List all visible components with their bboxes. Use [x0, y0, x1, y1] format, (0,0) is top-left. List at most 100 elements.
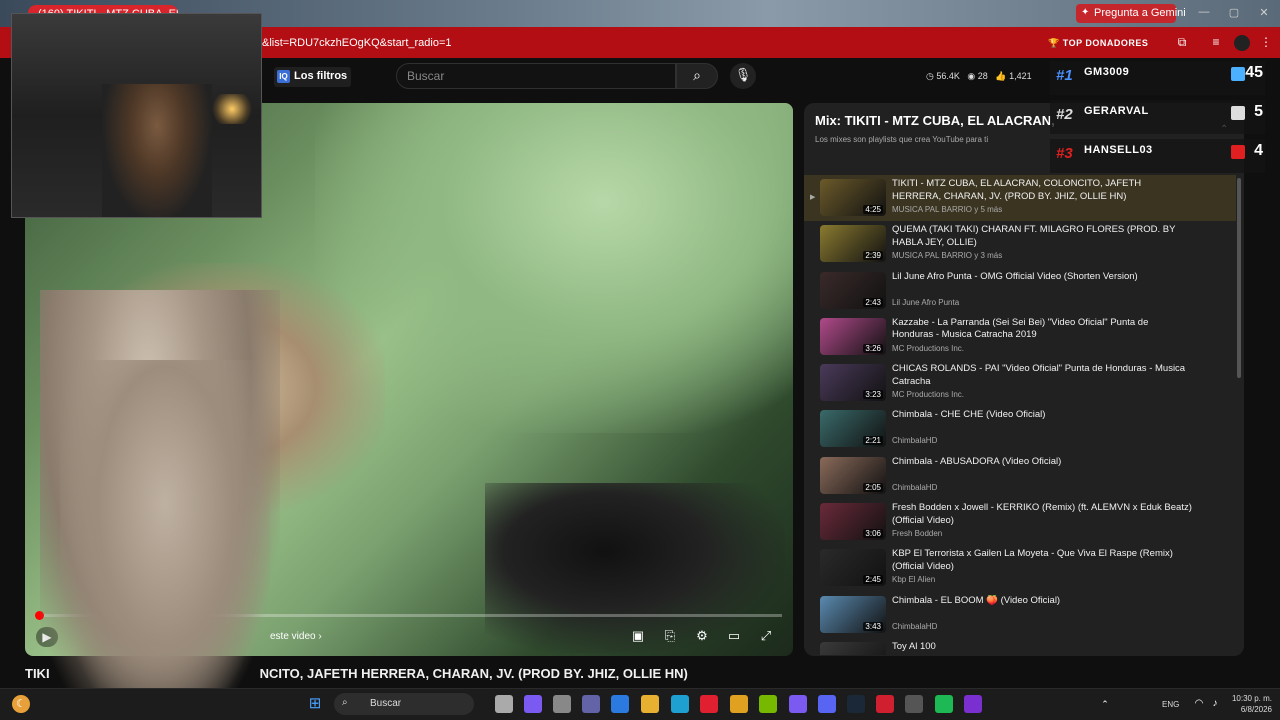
chrome-icon[interactable] — [730, 695, 748, 713]
maximize-icon[interactable]: ▢ — [1227, 6, 1241, 20]
video-title: TIKI NCITO, JAFETH HERRERA, CHARAN, JV. (… — [25, 666, 688, 681]
menu-kebab-icon[interactable]: ⋮ — [1258, 35, 1274, 51]
playlist-title: Mix: TIKITI - MTZ CUBA, EL ALACRAN, — [815, 113, 1055, 128]
donor-name: GM3009 — [1084, 66, 1130, 78]
playlist-scrollbar[interactable] — [1237, 178, 1241, 378]
playlist-item[interactable]: 2:39 QUEMA (TAKI TAKI) CHARAN FT. MILAGRO… — [804, 221, 1236, 267]
video-thumbnail[interactable]: 2:45 — [820, 549, 886, 587]
spotify-icon[interactable] — [935, 695, 953, 713]
search-input[interactable]: Buscar — [396, 63, 676, 89]
now-playing-icon: ▶ — [810, 194, 816, 201]
video-title-link[interactable]: Chimbala - EL BOOM 🍑 (Video Oficial) — [892, 595, 1192, 608]
video-title-link[interactable]: QUEMA (TAKI TAKI) CHARAN FT. MILAGRO FLO… — [892, 224, 1192, 249]
video-thumbnail[interactable]: 2:39 — [820, 225, 886, 263]
windows-start-icon[interactable]: ⊞ — [306, 695, 324, 713]
video-thumbnail[interactable]: 3:43 — [820, 595, 886, 633]
video-thumbnail[interactable]: 2:21 — [820, 410, 886, 448]
theater-mode-icon[interactable]: ▭ — [723, 628, 745, 646]
video-title-link[interactable]: Chimbala - CHE CHE (Video Oficial) — [892, 409, 1192, 422]
playlist-item[interactable]: 3:43 Chimbala - EL BOOM 🍑 (Video Oficial)… — [804, 592, 1236, 638]
media-icon[interactable]: ≡ — [1208, 35, 1224, 51]
video-title-link[interactable]: KBP El Terrorista x Gailen La Moyeta - Q… — [892, 548, 1192, 573]
app-icon[interactable] — [876, 695, 894, 713]
playlist-item[interactable]: 2:43 Lil June Afro Punta - OMG Official V… — [804, 268, 1236, 314]
video-title-link[interactable]: Chimbala - ABUSADORA (Video Oficial) — [892, 456, 1192, 469]
playlist-item[interactable]: 2:45 KBP El Terrorista x Gailen La Moyeta… — [804, 545, 1236, 591]
iq-icon[interactable]: ▣ — [627, 628, 649, 646]
minimize-icon[interactable]: — — [1197, 6, 1211, 20]
playlist-item[interactable]: 3:06 Fresh Bodden x Jowell - KERRIKO (Rem… — [804, 499, 1236, 545]
app-icon[interactable] — [553, 695, 571, 713]
steam-icon[interactable] — [847, 695, 865, 713]
video-title-link[interactable]: CHICAS ROLANDS - PAI "Video Oficial" Pun… — [892, 363, 1192, 388]
edge-icon[interactable] — [671, 695, 689, 713]
video-title-link[interactable]: TIKITI - MTZ CUBA, EL ALACRAN, COLONCITO… — [892, 178, 1192, 203]
playlist-subtitle: Los mixes son playlists que crea YouTube… — [815, 135, 989, 144]
lamp-glow — [212, 94, 252, 124]
video-duration: 2:05 — [863, 482, 883, 492]
video-title-left: TIKI — [25, 666, 50, 681]
video-title-link[interactable]: Fresh Bodden x Jowell - KERRIKO (Remix) … — [892, 502, 1192, 527]
gemini-button[interactable]: ✦ Pregunta a Gemini — [1076, 4, 1186, 23]
app-icon[interactable] — [964, 695, 982, 713]
filters-button[interactable]: IQ Los filtros — [274, 67, 352, 87]
captions-icon[interactable]: ⎘ — [659, 628, 681, 646]
app-icon[interactable] — [905, 695, 923, 713]
video-title-link[interactable]: Toy Al 100 — [892, 641, 1192, 654]
video-title-link[interactable]: Kazzabe - La Parranda (Sei Sei Bei) "Vid… — [892, 317, 1192, 342]
microphone-icon: 🎙 — [734, 67, 752, 82]
video-title-link[interactable]: Lil June Afro Punta - OMG Official Video… — [892, 271, 1192, 284]
video-duration: 3:26 — [863, 343, 883, 353]
search-button[interactable]: ⌕ — [676, 63, 718, 89]
windows-taskbar — [0, 688, 1280, 720]
gift-icon — [1231, 67, 1245, 81]
weather-icon[interactable]: ☾ — [12, 695, 30, 713]
video-thumbnail[interactable]: 1:29 — [820, 641, 886, 655]
file-explorer-icon[interactable] — [495, 695, 513, 713]
filters-label: Los filtros — [294, 70, 348, 82]
avatar[interactable] — [1234, 35, 1250, 51]
video-thumbnail[interactable]: 2:43 — [820, 271, 886, 309]
channel-name: MC Productions Inc. — [892, 390, 965, 400]
video-thumbnail[interactable]: 3:06 — [820, 503, 886, 541]
teams-icon[interactable] — [582, 695, 600, 713]
voice-search-button[interactable]: 🎙 — [730, 63, 756, 89]
settings-gear-icon[interactable]: ⚙ — [691, 628, 713, 646]
copilot-icon[interactable] — [524, 695, 542, 713]
language-indicator[interactable]: ENG — [1162, 700, 1179, 709]
show-hidden-icons-icon[interactable]: ⌃ — [1096, 695, 1114, 713]
store-icon[interactable] — [611, 695, 629, 713]
extensions-icon[interactable]: ⧉ — [1174, 35, 1190, 51]
donor-row: #3 HANSELL03 4 — [1050, 139, 1265, 173]
playlist-item[interactable]: 2:05 Chimbala - ABUSADORA (Video Oficial)… — [804, 453, 1236, 499]
gift-icon — [1231, 106, 1245, 120]
like-icon: 👍 — [995, 71, 1007, 81]
video-thumbnail[interactable]: 4:25 — [820, 179, 886, 216]
discord-icon[interactable] — [818, 695, 836, 713]
video-duration: 3:43 — [863, 621, 883, 631]
video-thumbnail[interactable]: 2:05 — [820, 456, 886, 494]
channel-name: MC Productions Inc. — [892, 343, 965, 353]
playlist-item[interactable]: 3:23 CHICAS ROLANDS - PAI "Video Oficial"… — [804, 360, 1236, 406]
folder-icon[interactable] — [641, 695, 659, 713]
url-text[interactable]: &list=RDU7ckzhEOgKQ&start_radio=1 — [262, 37, 452, 49]
video-duration: 4:25 — [863, 205, 883, 214]
nvidia-icon[interactable] — [759, 695, 777, 713]
streamer-figure — [102, 84, 212, 217]
playlist-item[interactable]: 2:21 Chimbala - CHE CHE (Video Oficial) Ch… — [804, 406, 1236, 452]
video-duration: 3:23 — [863, 390, 883, 400]
close-icon[interactable]: ✕ — [1257, 6, 1271, 20]
fullscreen-icon[interactable]: ⤢ — [755, 628, 777, 646]
app-icon[interactable] — [789, 695, 807, 713]
playlist-item[interactable]: 3:26 Kazzabe - La Parranda (Sei Sei Bei) … — [804, 314, 1236, 360]
taskbar-search[interactable]: ⌕ Buscar — [334, 693, 474, 715]
video-thumbnail[interactable]: 3:23 — [820, 364, 886, 402]
video-duration: 3:06 — [863, 529, 883, 539]
video-thumbnail[interactable]: 3:26 — [820, 317, 886, 355]
volume-icon[interactable]: ♪ — [1206, 695, 1224, 713]
opera-icon[interactable] — [700, 695, 718, 713]
playlist-item[interactable]: ▶ 4:25 TIKITI - MTZ CUBA, EL ALACRAN, COLO… — [804, 175, 1236, 222]
clock[interactable]: 10:30 p. m. 6/8/2026 — [1226, 693, 1272, 715]
stream-stats: ◷ 56.4K ◉ 28 👍 1,421 — [926, 71, 1032, 82]
playlist-item[interactable]: 1:29Toy Al 100Bulin 47 Oficial — [804, 638, 1236, 655]
